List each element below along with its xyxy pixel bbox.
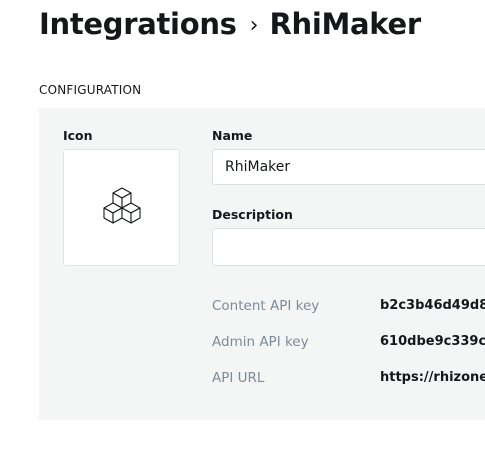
content-api-key-label: Content API key <box>212 298 320 314</box>
name-input[interactable] <box>212 149 485 185</box>
configuration-panel: Icon Name Description Content API key b2… <box>39 108 485 420</box>
icon-upload-box[interactable] <box>63 149 180 266</box>
section-title-configuration: CONFIGURATION <box>39 83 142 97</box>
breadcrumb-separator: › <box>249 12 259 38</box>
admin-api-key-label: Admin API key <box>212 334 309 350</box>
description-label: Description <box>212 207 293 222</box>
description-input[interactable] <box>212 228 485 266</box>
page-title: RhiMaker <box>269 7 421 41</box>
name-label: Name <box>212 128 253 143</box>
cubes-icon <box>102 186 141 224</box>
content-api-key-value[interactable]: b2c3b46d49d80 <box>380 298 485 313</box>
icon-label: Icon <box>63 128 93 143</box>
admin-api-key-value[interactable]: 610dbe9c339c01 <box>380 334 485 349</box>
breadcrumb: Integrations › RhiMaker <box>39 4 421 44</box>
api-url-value[interactable]: https://rhizone.c <box>380 370 485 385</box>
api-url-label: API URL <box>212 370 265 386</box>
breadcrumb-integrations-link[interactable]: Integrations <box>39 7 237 41</box>
